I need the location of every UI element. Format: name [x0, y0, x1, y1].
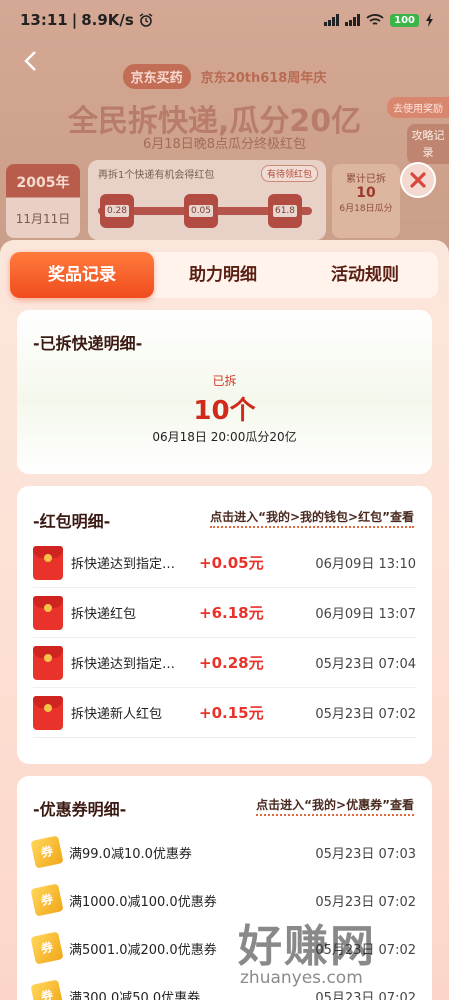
coupon-section-title: -优惠券明细-	[33, 800, 127, 819]
status-time: 13:11	[20, 11, 68, 29]
red-packet-card: -红包明细- 点击进入“我的>我的钱包>红包”查看 拆快递达到指定数量红包 +0…	[17, 486, 432, 764]
red-envelope-icon	[33, 695, 63, 730]
brand-row: 京东买药 京东20th618周年庆	[0, 56, 449, 96]
track-hint: 再拆1个快递有机会得红包	[98, 170, 215, 181]
red-packet-time: 06月09日 13:07	[315, 607, 416, 622]
charging-icon	[426, 13, 433, 27]
coupon-time: 05月23日 07:02	[315, 894, 416, 910]
red-packet-time: 06月09日 13:10	[315, 557, 416, 572]
watermark-url: zhuanyes.com	[240, 968, 363, 988]
close-button[interactable]	[400, 162, 436, 198]
tab-prize-records[interactable]: 奖品记录	[10, 252, 154, 298]
track-box: 0.28	[100, 194, 134, 228]
coupon-icon	[30, 883, 64, 917]
track-value: 0.28	[104, 205, 130, 217]
progress-stage: 2005年 11月11日 再拆1个快递有机会得红包 有待领红包 0.28 0.0…	[0, 158, 449, 240]
opened-count: 10个	[193, 396, 256, 426]
opened-note: 06月18日 20:00瓜分20亿	[152, 430, 297, 444]
coupon-name: 满1000.0减100.0优惠券	[69, 894, 217, 910]
red-packet-name: 拆快递红包	[71, 607, 137, 622]
track-value: 61.8	[272, 205, 298, 217]
tab-activity-rules[interactable]: 活动规则	[292, 252, 438, 298]
signal-icon	[324, 14, 340, 26]
total-count: 10	[356, 185, 376, 201]
status-time-group: 13:11 | 8.9K/s	[20, 11, 324, 29]
red-packet-row: 拆快递达到指定数量红包 +0.28元 05月23日 07:04	[33, 638, 416, 688]
red-envelope-icon	[33, 595, 63, 630]
red-envelope-icon	[33, 545, 63, 580]
tab-help-details[interactable]: 助力明细	[154, 252, 292, 298]
tab-bar: 奖品记录 助力明细 活动规则	[10, 252, 438, 298]
red-packet-name: 拆快递达到指定数量红包	[71, 557, 187, 572]
red-packet-name: 拆快递新人红包	[71, 707, 163, 722]
coupon-icon	[30, 835, 64, 869]
total-note: 6月18日瓜分	[339, 204, 393, 214]
red-packet-row: 拆快递新人红包 +0.15元 05月23日 07:02	[33, 688, 416, 738]
brand-logo: 京东买药	[122, 63, 191, 89]
pending-red-packet-badge[interactable]: 有待领红包	[260, 165, 318, 182]
status-bar: 13:11 | 8.9K/s 100	[0, 0, 449, 40]
coupon-icon	[30, 979, 64, 1000]
red-packet-time: 05月23日 07:04	[315, 657, 416, 672]
red-packet-amount: +6.18元	[199, 604, 264, 622]
coupon-name: 满99.0减10.0优惠券	[69, 846, 192, 862]
year-card: 2005年 11月11日	[6, 164, 80, 238]
watermark-text: 好赚网	[238, 921, 376, 972]
status-divider: |	[71, 11, 78, 29]
opened-section-title: -已拆快递明细-	[33, 334, 143, 353]
anniversary-label: 京东20th618周年庆	[200, 70, 327, 86]
opened-label: 已拆	[212, 374, 237, 388]
red-packet-link[interactable]: 点击进入“我的>我的钱包>红包”查看	[210, 508, 414, 528]
red-packet-name: 拆快递达到指定数量红包	[71, 657, 187, 672]
coupon-icon	[30, 931, 64, 965]
total-label: 累计已拆	[346, 174, 386, 185]
watermark: 好赚网 zhuanyes.com	[228, 910, 448, 998]
coupon-time: 05月23日 07:03	[315, 846, 416, 862]
red-packet-amount: +0.15元	[199, 704, 264, 722]
close-icon	[410, 172, 426, 188]
track-value: 0.05	[188, 205, 214, 217]
alarm-icon	[139, 13, 153, 27]
track-card: 再拆1个快递有机会得红包 有待领红包 0.28 0.05 61.8	[88, 160, 326, 240]
campaign-subtitle: 6月18日晚8点瓜分终极红包	[142, 137, 307, 152]
opened-packages-card: -已拆快递明细- 已拆 10个 06月18日 20:00瓜分20亿	[17, 310, 432, 474]
year-label: 2005年	[16, 175, 70, 191]
red-packet-time: 05月23日 07:02	[315, 707, 416, 722]
records-sheet: 奖品记录 助力明细 活动规则 -已拆快递明细- 已拆 10个 06月18日 20…	[0, 240, 449, 1000]
coupon-link[interactable]: 点击进入“我的>优惠券”查看	[256, 796, 414, 816]
battery-indicator: 100	[390, 13, 419, 27]
red-packet-amount: +0.05元	[199, 554, 264, 572]
coupon-row: 满99.0减10.0优惠券 05月23日 07:03	[30, 828, 416, 876]
red-packet-section-title: -红包明细-	[33, 512, 111, 531]
wifi-icon	[366, 14, 384, 25]
signal-icon-2	[345, 14, 361, 26]
red-envelope-icon	[33, 645, 63, 680]
red-packet-row: 拆快递达到指定数量红包 +0.05元 06月09日 13:10	[33, 538, 416, 588]
total-opened-card: 累计已拆 10 6月18日瓜分	[332, 164, 400, 238]
track-box: 61.8	[268, 194, 302, 228]
red-packet-row: 拆快递红包 +6.18元 06月09日 13:07	[33, 588, 416, 638]
red-packet-amount: +0.28元	[199, 654, 264, 672]
status-right: 100	[324, 13, 435, 27]
network-speed: 8.9K/s	[81, 11, 134, 29]
use-reward-button[interactable]: 去使用奖励	[387, 97, 449, 118]
track-box: 0.05	[184, 194, 218, 228]
date-label: 11月11日	[15, 212, 71, 226]
